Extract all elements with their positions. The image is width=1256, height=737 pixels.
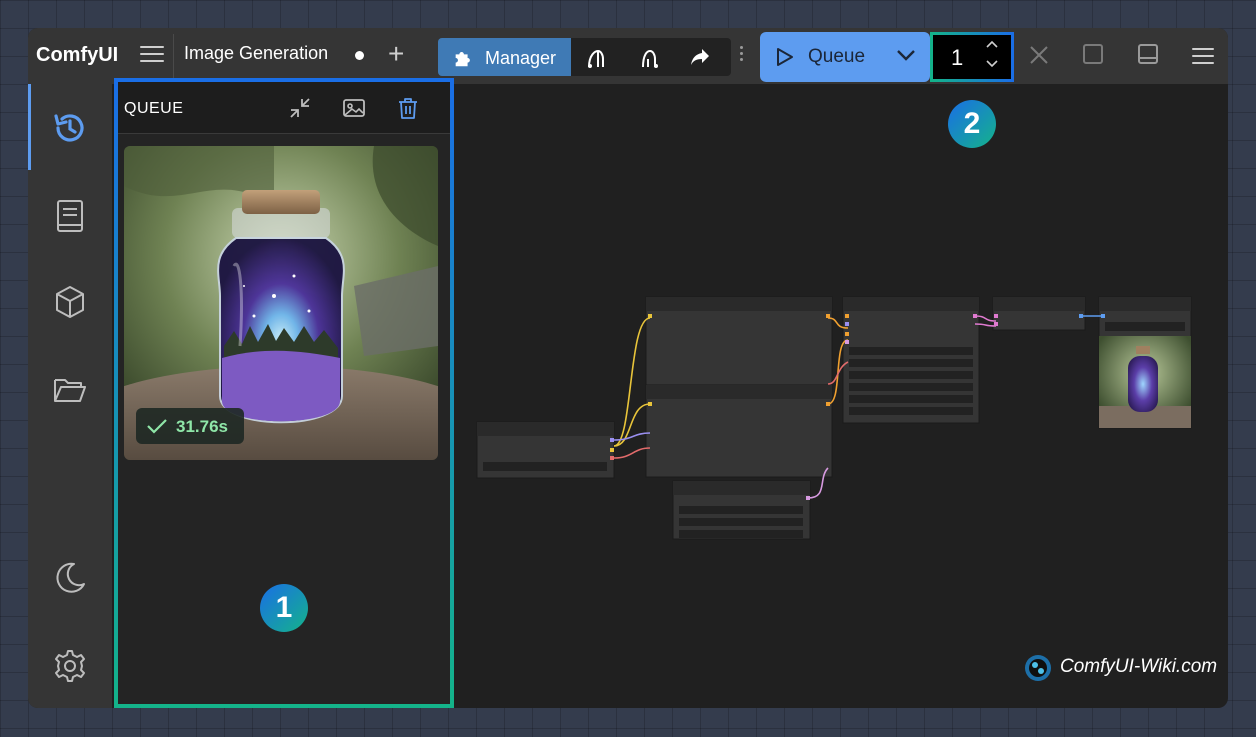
- cube-icon[interactable]: [52, 284, 88, 320]
- manager-label: Manager: [485, 48, 557, 68]
- trash-icon[interactable]: [396, 96, 420, 120]
- book-icon[interactable]: [52, 198, 88, 234]
- active-indicator: [28, 84, 31, 170]
- workflow-tab[interactable]: Image Generation: [184, 43, 328, 64]
- play-icon: [777, 48, 793, 66]
- batch-count-value: 1: [951, 45, 964, 70]
- redo-icon[interactable]: [637, 47, 661, 69]
- share-icon[interactable]: [689, 47, 711, 67]
- annotation-marker-2: 2: [948, 100, 996, 148]
- queue-button[interactable]: Queue: [760, 32, 930, 82]
- watermark-text: ComfyUI-Wiki.com: [1060, 656, 1218, 677]
- square-icon[interactable]: [1083, 44, 1103, 64]
- history-icon[interactable]: [52, 110, 88, 146]
- menu-icon[interactable]: [1192, 48, 1214, 69]
- completed-badge: 31.76s: [136, 408, 244, 444]
- queue-panel-header: QUEUE: [118, 82, 450, 134]
- puzzle-icon: [455, 52, 470, 67]
- more-options-icon[interactable]: [740, 46, 743, 64]
- moon-icon[interactable]: [52, 560, 88, 596]
- plus-icon[interactable]: +: [388, 40, 404, 68]
- chevron-down-icon[interactable]: [896, 48, 916, 62]
- top-bar: ComfyUI Image Generation + Manager Queue…: [28, 28, 1228, 84]
- image-icon[interactable]: [342, 96, 366, 120]
- manager-button[interactable]: Manager: [438, 38, 571, 76]
- check-icon: [147, 419, 167, 434]
- app-logo: ComfyUI: [36, 44, 119, 66]
- sidebar: [28, 84, 112, 708]
- queue-title: QUEUE: [124, 100, 184, 117]
- batch-count-input[interactable]: 1: [930, 32, 1014, 82]
- toolbar-group: [571, 38, 731, 76]
- queue-item-duration: 31.76s: [176, 417, 228, 436]
- close-icon[interactable]: [1028, 44, 1050, 66]
- chevron-up-icon[interactable]: [985, 39, 999, 49]
- undo-icon[interactable]: [585, 47, 609, 69]
- queue-label: Queue: [808, 46, 866, 67]
- collapse-icon[interactable]: [288, 96, 312, 120]
- menu-icon[interactable]: [140, 46, 164, 66]
- gear-icon[interactable]: [52, 648, 88, 684]
- divider: [173, 34, 174, 78]
- chevron-down-icon[interactable]: [985, 59, 999, 69]
- comfyui-wiki-logo: [1025, 655, 1051, 681]
- folder-icon[interactable]: [52, 372, 88, 408]
- unsaved-indicator: [355, 51, 364, 60]
- app-window: ComfyUI Image Generation + Manager Queue…: [28, 28, 1228, 708]
- annotation-marker-1: 1: [260, 584, 308, 632]
- panel-icon[interactable]: [1138, 44, 1158, 64]
